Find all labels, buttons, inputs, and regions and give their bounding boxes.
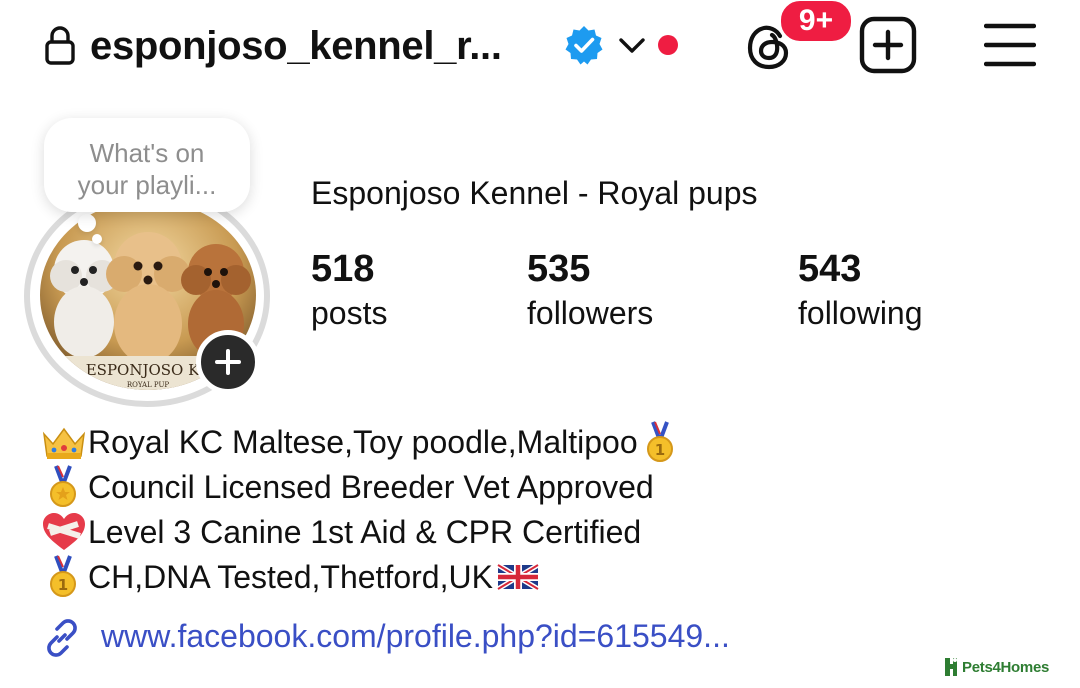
plus-icon bbox=[215, 349, 241, 375]
note-bubble[interactable]: What's on your playli... bbox=[44, 118, 250, 212]
sports-medal-icon bbox=[40, 465, 88, 509]
bio-text: Level 3 Canine 1st Aid & CPR Certified bbox=[88, 514, 642, 550]
gold-medal-icon: 1 bbox=[642, 420, 678, 464]
bio-line: Royal KC Maltese,Toy poodle,Maltipoo 1 bbox=[40, 420, 678, 464]
svg-text:1: 1 bbox=[654, 441, 664, 459]
note-bubble-tail bbox=[92, 234, 102, 244]
bio-link[interactable]: www.facebook.com/profile.php?id=615549..… bbox=[101, 614, 730, 658]
bio-text: Royal KC Maltese,Toy poodle,Maltipoo bbox=[88, 424, 638, 460]
bio-text: Council Licensed Breeder Vet Approved bbox=[88, 469, 654, 505]
gold-medal-icon: 1 bbox=[40, 555, 88, 599]
watermark-text: Pets4Homes bbox=[962, 658, 1050, 676]
following-stat[interactable]: 543 following bbox=[798, 246, 923, 334]
username-switcher[interactable]: esponjoso_kennel_r... bbox=[90, 22, 502, 70]
bio-line: 1 CH,DNA Tested,Thetford,UK bbox=[40, 555, 540, 599]
add-story-button[interactable] bbox=[196, 330, 260, 394]
note-text-line2: your playli... bbox=[77, 170, 217, 200]
bio-text: CH,DNA Tested,Thetford,UK bbox=[88, 559, 493, 595]
following-count: 543 bbox=[798, 248, 862, 290]
crown-icon bbox=[40, 420, 88, 464]
display-name: Esponjoso Kennel - Royal pups bbox=[311, 175, 758, 211]
posts-label: posts bbox=[311, 295, 388, 331]
uk-flag-icon bbox=[496, 555, 540, 599]
pets4homes-logo-icon bbox=[945, 658, 957, 676]
notification-badge: 9+ bbox=[778, 0, 854, 44]
followers-count: 535 bbox=[527, 248, 591, 290]
lock-icon bbox=[44, 24, 76, 66]
mending-heart-icon bbox=[40, 510, 88, 554]
posts-count: 518 bbox=[311, 248, 375, 290]
hamburger-menu-icon[interactable] bbox=[983, 22, 1037, 68]
link-icon bbox=[40, 616, 84, 660]
svg-text:1: 1 bbox=[58, 576, 68, 594]
verified-badge-icon bbox=[563, 24, 605, 66]
following-label: following bbox=[798, 295, 923, 331]
followers-label: followers bbox=[527, 295, 654, 331]
plus-square-icon[interactable] bbox=[858, 15, 918, 75]
avatar-subcaption: ROYAL PUP bbox=[127, 381, 170, 389]
avatar-caption: ESPONJOSO KE bbox=[86, 361, 211, 379]
followers-stat[interactable]: 535 followers bbox=[527, 246, 653, 334]
note-bubble-tail bbox=[78, 214, 96, 232]
bio-line: Level 3 Canine 1st Aid & CPR Certified bbox=[40, 510, 641, 554]
note-text-line1: What's on bbox=[89, 138, 205, 168]
unread-dot bbox=[658, 35, 678, 55]
watermark-logo: Pets4Homes bbox=[942, 654, 1049, 680]
posts-stat[interactable]: 518 posts bbox=[311, 246, 387, 334]
bio-line: Council Licensed Breeder Vet Approved bbox=[40, 465, 654, 509]
chevron-down-icon[interactable] bbox=[616, 31, 648, 61]
